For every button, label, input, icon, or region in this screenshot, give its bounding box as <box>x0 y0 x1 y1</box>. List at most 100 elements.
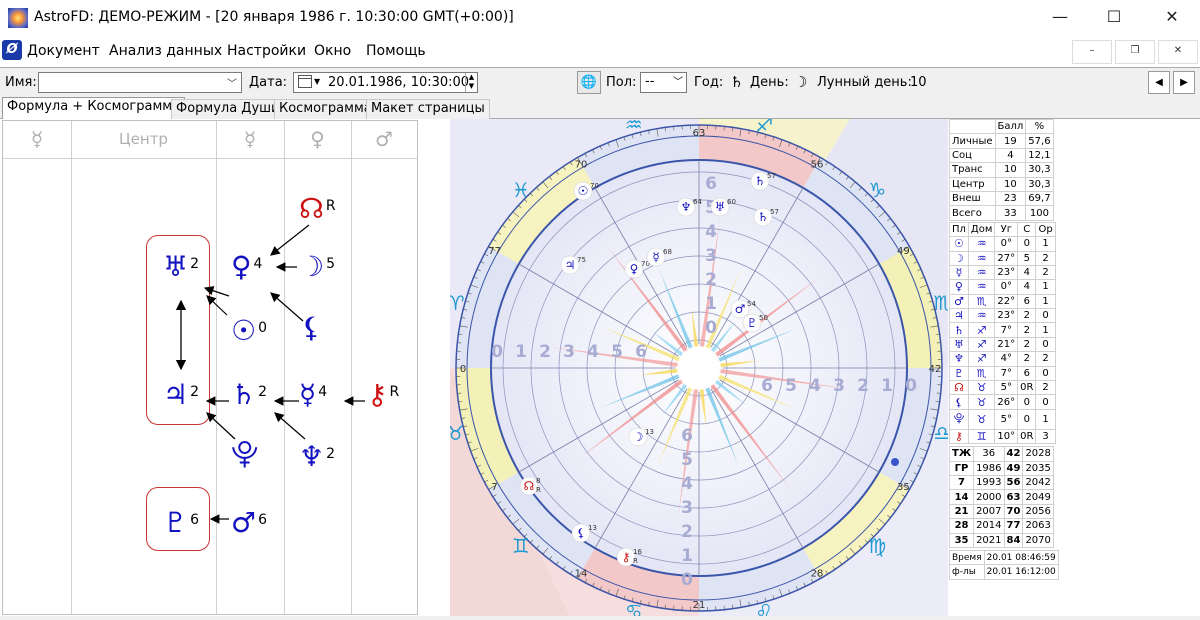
planet-cell: 7° <box>994 365 1019 382</box>
degree-label: 49 <box>897 246 910 257</box>
planet-table: Пл Дом Уг С Ор ☉ ♒ 0° 0 1 ☽ ♒ 27° 5 2 ☿ ♒ 23° 4 2 ♀ ♒ 0° 4… <box>949 221 1056 445</box>
prev-button[interactable]: ◀ <box>1148 71 1170 94</box>
chart-planet-glyph: ☿ <box>652 250 659 264</box>
scale-label-top: 0 <box>705 318 717 338</box>
scale-label-left: 1 <box>515 342 527 362</box>
mdi-minimize-button[interactable]: – <box>1072 40 1112 64</box>
years-cell: 49 <box>1003 460 1024 476</box>
planet-row: ♄ ♐ 7° 2 1 <box>949 322 1056 338</box>
stats-table: Балл % Личные 19 57,6 Соц 4 12,1 Транс 10 30,3 Це… <box>948 118 1059 609</box>
score-cell: 23 <box>994 190 1027 207</box>
score-cell: Личные <box>949 133 996 149</box>
chiron-symbol: ⚷ R <box>367 378 400 411</box>
name-label: Имя: <box>5 75 37 90</box>
years-cell: 2042 <box>1022 474 1054 491</box>
menu-data-analysis[interactable]: Анализ данных <box>109 43 222 59</box>
degree-label: 56 <box>811 160 824 171</box>
years-cell: 2035 <box>1022 460 1054 476</box>
document-icon[interactable]: Ø <box>2 40 22 60</box>
years-header: 2028 <box>1022 446 1054 462</box>
tab-soul-formula[interactable]: Формула Души <box>171 99 285 119</box>
maximize-button[interactable]: ☐ <box>1086 0 1142 36</box>
next-button[interactable]: ▶ <box>1173 71 1195 94</box>
cosmogram-chart[interactable]: 0123456654321065432106543210 63564942352… <box>450 119 948 617</box>
lilith-symbol: ⚸ <box>301 311 322 344</box>
date-picker[interactable]: ▼ 20.01.1986, 10:30:00 ▲ ▼ <box>293 72 478 93</box>
chart-planet-glyph: ♆ <box>681 200 692 214</box>
chart-planet-glyph: ♂ <box>735 302 746 316</box>
planet-cell: ♄ <box>949 322 969 338</box>
scale-label-right: 3 <box>833 376 845 396</box>
chart-planet[interactable]: ☊ 8R <box>519 476 541 496</box>
close-button[interactable]: ✕ <box>1144 0 1200 36</box>
planet-cell: 1 <box>1035 293 1056 310</box>
planet-cell: ♒ <box>967 236 996 252</box>
chart-planet-number: 68 <box>663 248 672 256</box>
tab-page-layout[interactable]: Макет страницы <box>366 99 490 119</box>
scale-label-top: 3 <box>705 246 717 266</box>
zodiac-sign: ♌ <box>755 599 773 617</box>
planet-header: Уг <box>994 221 1019 238</box>
chart-planet-number: 75 <box>577 256 586 264</box>
scale-label-top: 2 <box>705 270 717 290</box>
date-spinner[interactable]: ▲ ▼ <box>465 73 477 92</box>
score-cell: 4 <box>994 147 1027 164</box>
score-row: Внеш 23 69,7 <box>949 190 1054 207</box>
mercury-symbol: ☿ 4 <box>299 378 328 411</box>
planet-cell: 2 <box>1035 264 1056 281</box>
chart-planet-glyph: ☉ <box>578 184 589 198</box>
degree-label: 0 <box>460 364 466 375</box>
planet-row: ☿ ♒ 23° 4 2 <box>949 264 1056 281</box>
name-combobox[interactable]: ﹀ <box>38 72 242 93</box>
zodiac-sign: ♎ <box>933 421 948 445</box>
zodiac-sign: ♋ <box>625 599 643 617</box>
degree-label: 42 <box>929 364 942 375</box>
tab-formula-cosmogram[interactable]: Формула + Космограмма <box>2 97 186 119</box>
score-cell: Внеш <box>949 190 996 207</box>
chart-planet-number: 57 <box>770 208 779 216</box>
gender-combobox[interactable]: -- ﹀ <box>640 72 687 93</box>
zodiac-sign: ♐ <box>755 119 773 137</box>
menu-help[interactable]: Помощь <box>366 43 426 59</box>
planet-cell: 26° <box>994 394 1019 410</box>
scale-label-top: 1 <box>705 294 717 314</box>
planet-cell: 4 <box>1017 279 1037 295</box>
years-cell: 7 <box>948 474 975 491</box>
year-label: Год: <box>694 75 724 90</box>
years-cell: 84 <box>1003 532 1024 548</box>
planet-cell: 21° <box>994 336 1019 353</box>
chart-planet-glyph: ♃ <box>565 258 576 272</box>
score-header <box>949 118 996 135</box>
chevron-down-icon[interactable]: ﹀ <box>227 75 237 90</box>
calendar-icon[interactable] <box>298 75 312 88</box>
planet-cell: 0 <box>1017 236 1037 252</box>
tab-cosmogram[interactable]: Космограмма <box>274 99 377 119</box>
scale-label-left: 5 <box>611 342 623 362</box>
time-cell: ф-лы <box>949 564 985 580</box>
scale-label-right: 6 <box>761 376 773 396</box>
minimize-button[interactable]: — <box>1032 0 1088 36</box>
scale-label-bottom: 4 <box>681 474 693 494</box>
planet-cell: 0R <box>1017 428 1037 445</box>
years-cell: 70 <box>1003 503 1024 520</box>
globe-icon[interactable]: 🌐 <box>577 71 601 94</box>
score-row: Личные 19 57,6 <box>949 133 1054 149</box>
venus-symbol: ♀ 4 <box>231 250 263 283</box>
mdi-close-button[interactable]: ✕ <box>1158 40 1198 64</box>
calendar-dropdown-icon[interactable]: ▼ <box>314 77 320 86</box>
neptune-symbol: ♆ 2 <box>299 440 336 473</box>
years-table: ТЖ 36 42 2028 ГР 1986 49 2035 7 1993 56 2042 14 2… <box>948 446 1054 548</box>
menu-settings[interactable]: Настройки <box>227 43 306 59</box>
chevron-down-icon[interactable]: ﹀ <box>673 74 683 92</box>
mdi-restore-button[interactable]: ❐ <box>1115 40 1155 64</box>
planet-cell: ♇ <box>949 365 969 382</box>
planet-cell: ♐ <box>967 351 996 367</box>
planet-cell: 2 <box>1035 351 1056 367</box>
menu-document[interactable]: Документ <box>27 43 100 59</box>
chart-planet-number: 70 <box>590 182 599 190</box>
jupiter-symbol: ♃ 2 <box>163 378 200 411</box>
scale-label-right: 1 <box>881 376 893 396</box>
ascendant-marker <box>891 458 899 466</box>
menu-window[interactable]: Окно <box>314 43 351 59</box>
zodiac-sign: ♈ <box>450 291 465 315</box>
